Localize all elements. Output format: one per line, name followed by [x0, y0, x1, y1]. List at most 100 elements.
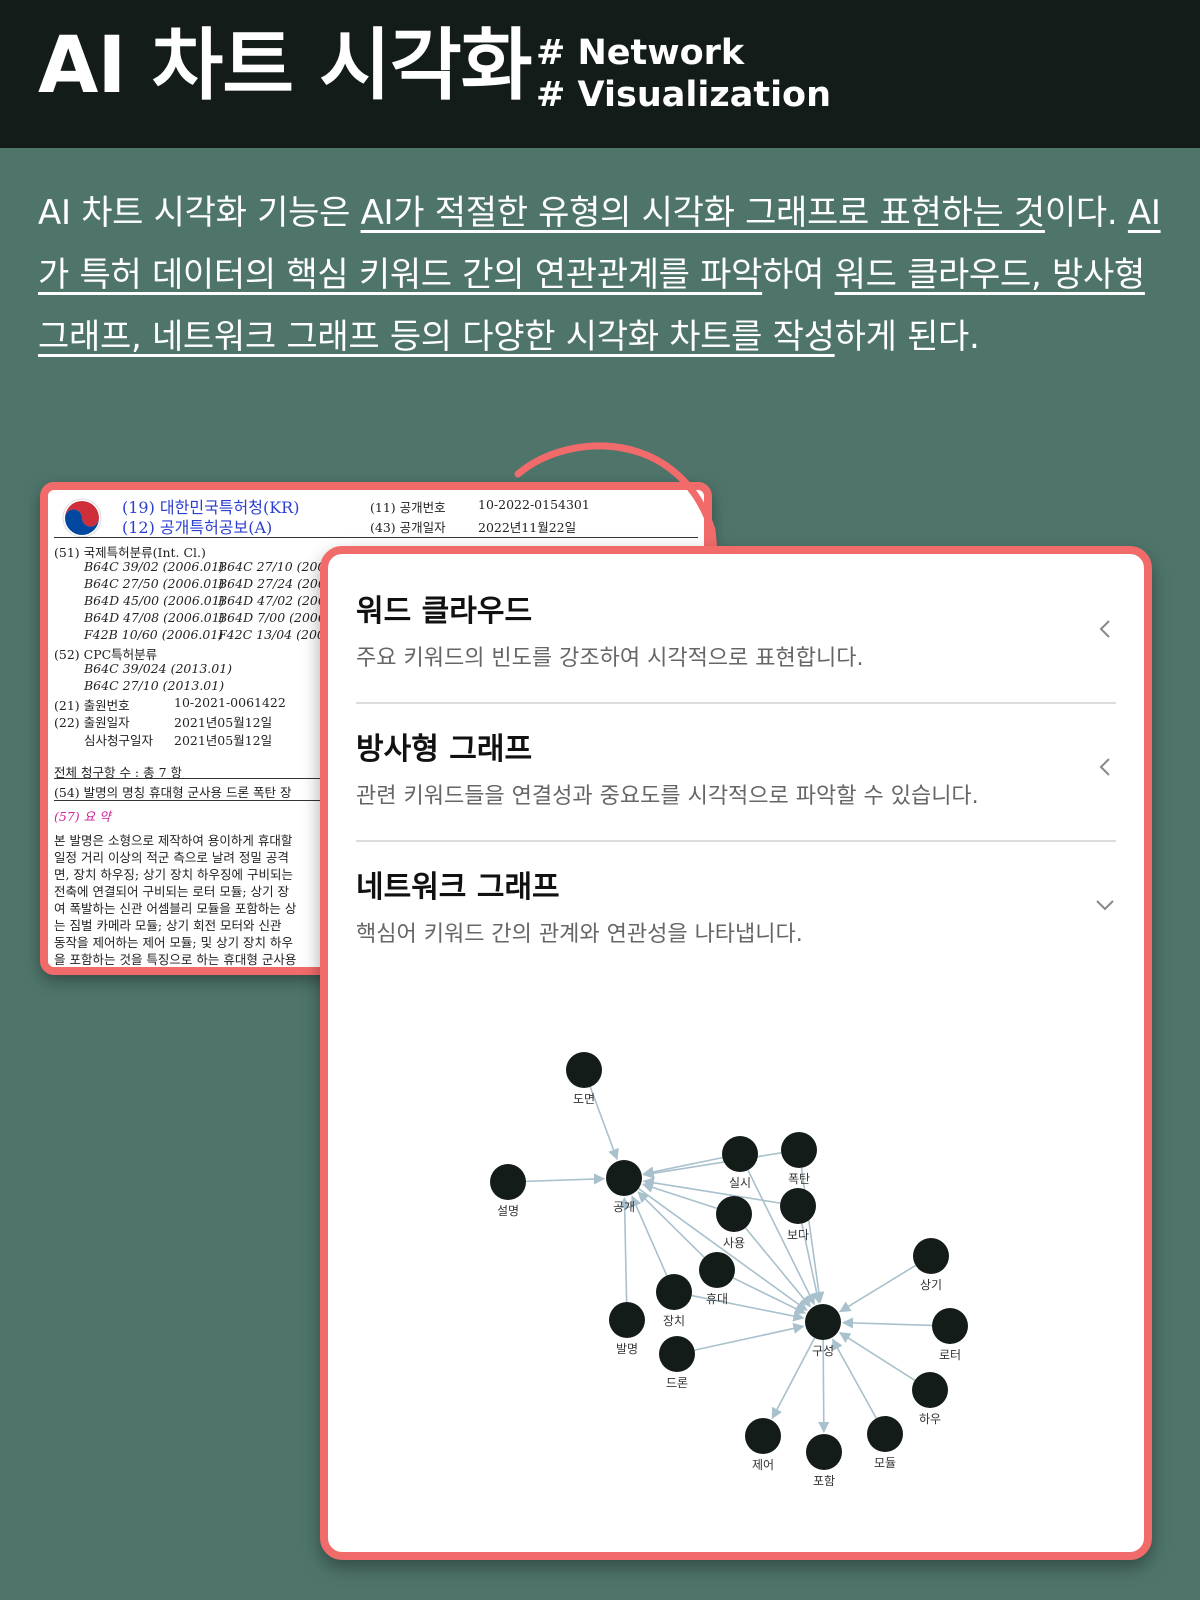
graph-node-label: 하우	[919, 1412, 941, 1426]
taeguk-logo-icon	[62, 498, 102, 538]
option-title: 방사형 그래프	[356, 732, 533, 767]
ipc-row: B64C 27/50 (2006.01)	[84, 576, 225, 591]
graph-edge	[694, 1322, 805, 1351]
graph-node	[932, 1308, 968, 1344]
option-subtitle: 핵심어 키워드 간의 관계와 연관성을 나타냅니다.	[356, 922, 803, 947]
graph-node	[745, 1418, 781, 1454]
graph-node	[606, 1160, 642, 1196]
graph-edge	[800, 1167, 825, 1304]
ipc-row: B64C 39/02 (2006.01)	[84, 559, 225, 574]
exam-date-value: 2021년05월12일	[174, 733, 273, 748]
graph-node-label: 제어	[752, 1458, 774, 1472]
graph-node	[699, 1252, 735, 1288]
graph-node	[656, 1274, 692, 1310]
option-subtitle: 관련 키워드들을 연결성과 중요도를 시각적으로 파악할 수 있습니다.	[356, 784, 979, 809]
graph-node-label: 장치	[663, 1314, 685, 1328]
graph-node-label: 드론	[666, 1376, 688, 1390]
graph-node-label: 로터	[939, 1348, 961, 1362]
doc-divider	[54, 537, 698, 538]
option-title: 네트워크 그래프	[356, 870, 560, 905]
header-bar: AI 차트 시각화 # Network # Visualization	[0, 0, 1200, 148]
app-date-value: 2021년05월12일	[174, 715, 273, 730]
desc-text-3: 하여	[762, 255, 835, 295]
app-no-value: 10-2021-0061422	[174, 695, 286, 710]
graph-edge	[630, 1195, 668, 1276]
graph-node	[913, 1238, 949, 1274]
graph-edge	[641, 1182, 718, 1210]
desc-text-2: 이다.	[1044, 193, 1128, 233]
ipc-row: F42B 10/60 (2006.01)	[84, 627, 224, 642]
desc-text-4: 하게 된다.	[834, 317, 980, 357]
graph-node	[912, 1372, 948, 1408]
graph-node-label: 모듈	[874, 1456, 896, 1470]
graph-edge	[691, 1294, 805, 1322]
graph-node	[867, 1416, 903, 1452]
pub-date-label: (43) 공개일자	[370, 520, 446, 535]
app-date-label: (22) 출원일자	[54, 715, 130, 730]
graph-edge	[642, 1177, 781, 1204]
graph-edge	[619, 1196, 631, 1303]
chevron-left-icon[interactable]	[1094, 756, 1116, 778]
ipc-row: B64D 45/00 (2006.01)	[84, 593, 225, 608]
graph-edge	[637, 1191, 705, 1258]
visualization-options-card: 워드 클라우드 주요 키워드의 빈도를 강조하여 시각적으로 표현합니다. 방사…	[320, 546, 1152, 1560]
patent-kind: (12) 공개특허공보(A)	[122, 518, 273, 537]
graph-node-label: 폭탄	[788, 1172, 810, 1186]
graph-node	[806, 1434, 842, 1470]
graph-node	[716, 1196, 752, 1232]
invention-title: (54) 발명의 명칭 휴대형 군사용 드론 폭탄 장	[54, 785, 292, 800]
graph-node-label: 포함	[813, 1474, 835, 1488]
ipc-row: B64D 7/00 (2006.	[218, 610, 330, 625]
hashtag-visualization: # Visualization	[536, 75, 832, 115]
graph-node-label: 보다	[787, 1228, 809, 1242]
ipc-row: B64D 47/08 (2006.01)	[84, 610, 225, 625]
cpc-row: B64C 39/024 (2013.01)	[84, 661, 233, 676]
description-paragraph: AI 차트 시각화 기능은 AI가 적절한 유형의 시각화 그래프로 표현하는 …	[38, 182, 1168, 368]
desc-text-1: AI 차트 시각화 기능은	[38, 193, 361, 233]
graph-node-label: 발명	[616, 1342, 638, 1356]
pub-date-value: 2022년11월22일	[478, 520, 577, 535]
graph-edge	[732, 1277, 807, 1314]
graph-edge	[831, 1338, 877, 1419]
option-divider	[356, 702, 1116, 704]
chevron-down-icon[interactable]	[1094, 894, 1116, 916]
graph-edge	[771, 1337, 816, 1420]
graph-node-label: 사용	[723, 1236, 745, 1250]
graph-node	[781, 1132, 817, 1168]
option-word-cloud[interactable]: 워드 클라우드 주요 키워드의 빈도를 강조하여 시각적으로 표현합니다.	[356, 594, 1116, 672]
graph-node-label: 휴대	[706, 1292, 728, 1306]
option-divider	[356, 840, 1116, 842]
graph-node	[659, 1336, 695, 1372]
abstract-line: 을 포함하는 것을 특징으로 하는 휴대형 군사용	[54, 952, 297, 967]
pub-no-label: (11) 공개번호	[370, 500, 446, 515]
abstract-label: (57) 요 약	[54, 809, 111, 824]
option-network-graph[interactable]: 네트워크 그래프 핵심어 키워드 간의 관계와 연관성을 나타냅니다.	[356, 870, 1116, 948]
pub-no-value: 10-2022-0154301	[478, 497, 590, 512]
graph-node	[805, 1304, 841, 1340]
graph-node-label: 상기	[920, 1278, 942, 1292]
option-radial-graph[interactable]: 방사형 그래프 관련 키워드들을 연결성과 중요도를 시각적으로 파악할 수 있…	[356, 732, 1116, 810]
hashtag-network: # Network	[536, 33, 745, 73]
graph-edge	[589, 1086, 619, 1161]
chevron-left-icon[interactable]	[1094, 618, 1116, 640]
graph-edge	[839, 1264, 917, 1313]
graph-edge	[525, 1173, 606, 1185]
ipc-row: B64D 47/02 (2006	[218, 593, 334, 608]
graph-node-label: 실시	[729, 1176, 751, 1190]
graph-node	[490, 1164, 526, 1200]
graph-edge	[642, 1156, 723, 1178]
graph-node	[780, 1188, 816, 1224]
option-title: 워드 클라우드	[356, 594, 533, 629]
page-title: AI 차트 시각화	[38, 21, 532, 111]
graph-node	[609, 1302, 645, 1338]
graph-edge	[747, 1169, 815, 1306]
ipc-row: B64D 27/24 (2006	[218, 576, 334, 591]
graph-node	[566, 1052, 602, 1088]
ipc-row: F42C 13/04 (2006	[218, 627, 333, 642]
graph-edge	[818, 1339, 830, 1434]
graph-edge	[801, 1223, 823, 1304]
graph-node-label: 도면	[573, 1092, 595, 1106]
graph-node-label: 설명	[497, 1204, 519, 1218]
graph-edge	[841, 1317, 933, 1329]
exam-label: 심사청구일자	[84, 733, 154, 748]
